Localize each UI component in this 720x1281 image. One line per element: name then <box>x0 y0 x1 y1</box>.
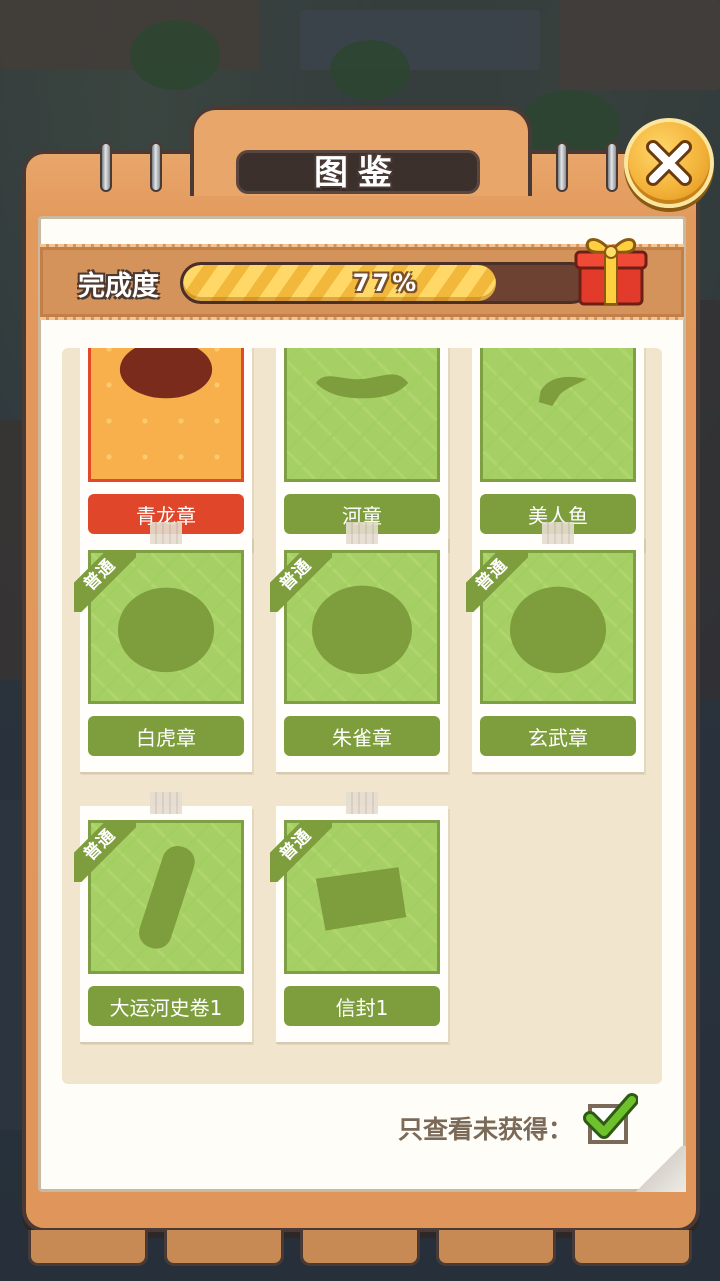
collection-card[interactable]: 普通 玄武章 <box>466 522 644 772</box>
rarity-ribbon: 普通 <box>270 550 332 612</box>
checkmark-icon <box>583 1093 638 1139</box>
close-x-icon <box>646 140 692 186</box>
tape-decoration <box>150 522 182 544</box>
page-curl <box>630 1146 686 1192</box>
binder-ring <box>100 142 112 192</box>
card-image <box>480 348 636 482</box>
collection-grid: 青龙章 河童 美人鱼 普通 白虎章 普通 朱雀章 普通 玄武章 普通 大运河史卷… <box>62 348 662 1084</box>
tape-decoration <box>542 522 574 544</box>
collection-card[interactable]: 青龙章 <box>80 348 252 550</box>
binder-ring <box>606 142 618 192</box>
tape-decoration <box>346 792 378 814</box>
card-image <box>88 348 244 482</box>
close-button[interactable] <box>624 118 714 208</box>
binder-ring <box>150 142 162 192</box>
rarity-ribbon: 普通 <box>74 550 136 612</box>
collection-card[interactable]: 普通 大运河史卷1 <box>74 792 252 1042</box>
collection-card[interactable]: 普通 朱雀章 <box>270 522 448 772</box>
tape-decoration <box>150 792 182 814</box>
card-name-label: 大运河史卷1 <box>88 986 244 1026</box>
card-name-label: 白虎章 <box>88 716 244 756</box>
bottom-tab-edges <box>22 1230 700 1281</box>
rarity-ribbon: 普通 <box>270 820 332 882</box>
card-name-label: 玄武章 <box>480 716 636 756</box>
tape-decoration <box>346 522 378 544</box>
kappa-silhouette-icon <box>315 374 409 399</box>
rarity-ribbon: 普通 <box>466 550 528 612</box>
card-image <box>284 348 440 482</box>
binder-ring <box>556 142 568 192</box>
gift-box-icon[interactable] <box>570 228 652 310</box>
dialog-title: 图鉴 <box>314 152 402 193</box>
collection-card[interactable]: 普通 白虎章 <box>74 522 252 772</box>
card-name-label: 朱雀章 <box>284 716 440 756</box>
title-plate: 图鉴 <box>236 150 480 194</box>
progress-percent: 77% <box>352 269 420 297</box>
collection-card[interactable]: 美人鱼 <box>472 348 644 550</box>
seal-silhouette-icon <box>119 348 213 399</box>
collection-card[interactable]: 普通 信封1 <box>270 792 448 1042</box>
collection-card[interactable]: 河童 <box>276 348 448 550</box>
rarity-ribbon: 普通 <box>74 820 136 882</box>
filter-unobtained-label: 只查看未获得： <box>398 1115 574 1144</box>
mermaid-silhouette-icon <box>538 376 587 406</box>
progress-label: 完成度 <box>78 271 159 302</box>
card-name-label: 信封1 <box>284 986 440 1026</box>
